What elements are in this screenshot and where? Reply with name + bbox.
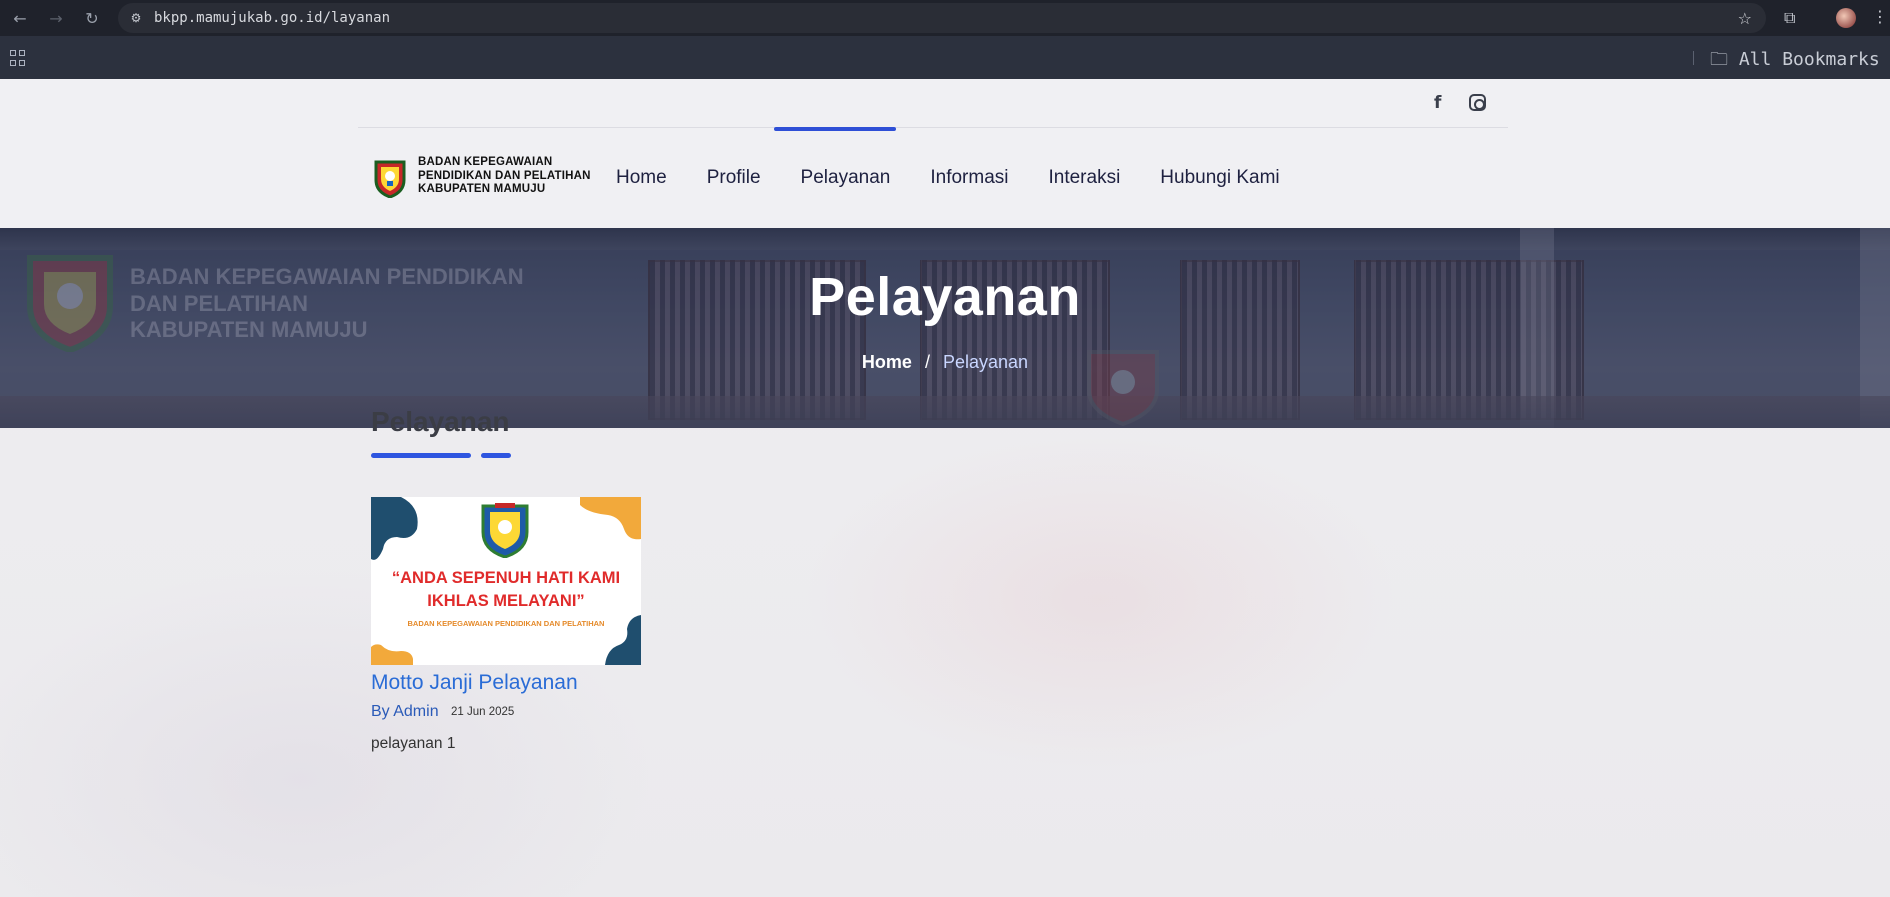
web-page: f BADAN KEPEGAWAIAN PENDIDIKAN DAN PELAT…	[0, 79, 1890, 897]
reload-icon[interactable]: ↻	[80, 6, 104, 30]
post-thumbnail[interactable]: “ANDA SEPENUH HATI KAMI IKHLAS MELAYANI”…	[371, 497, 641, 665]
logo-line-3: KABUPATEN MAMUJU	[418, 183, 546, 195]
url-text[interactable]: bkpp.mamujukab.go.id/layanan	[154, 10, 390, 26]
thumbnail-subtitle: BADAN KEPEGAWAIAN PENDIDIKAN DAN PELATIH…	[407, 619, 605, 628]
browser-toolbar: ← → ↻ ⚙ bkpp.mamujukab.go.id/layanan ☆ ⧉…	[0, 0, 1890, 36]
nav-pelayanan[interactable]: Pelayanan	[801, 167, 891, 197]
address-bar[interactable]: ⚙ bkpp.mamujukab.go.id/layanan ☆	[118, 3, 1766, 33]
back-arrow-icon[interactable]: ←	[8, 6, 32, 30]
site-logo-text[interactable]: BADAN KEPEGAWAIAN PENDIDIKAN DAN PELATIH…	[418, 156, 591, 197]
extensions-icon[interactable]: ⧉	[1784, 8, 1795, 28]
forward-arrow-icon[interactable]: →	[44, 6, 68, 30]
apps-grid-icon[interactable]	[10, 50, 26, 66]
decor-blob-dark-bottom-right	[605, 615, 641, 665]
nav-active-indicator	[774, 127, 896, 131]
breadcrumb: Home / Pelayanan	[0, 352, 1890, 373]
bookmarks-separator	[1693, 51, 1694, 65]
site-info-icon[interactable]: ⚙	[128, 10, 144, 26]
section-title-underline-short	[481, 453, 511, 458]
mamuju-emblem-icon	[481, 503, 529, 558]
breadcrumb-separator: /	[924, 352, 930, 372]
bookmark-star-icon[interactable]: ☆	[1738, 9, 1752, 28]
browser-menu-icon[interactable]: ⋮	[1872, 7, 1888, 26]
logo-line-1: BADAN KEPEGAWAIAN	[418, 156, 553, 168]
profile-avatar-icon[interactable]	[1836, 8, 1856, 28]
post-title-link[interactable]: Motto Janji Pelayanan	[371, 671, 578, 695]
nav-home[interactable]: Home	[616, 167, 667, 197]
header-divider	[358, 127, 1508, 128]
thumbnail-quote: “ANDA SEPENUH HATI KAMI IKHLAS MELAYANI”	[371, 567, 641, 613]
mamuju-emblem-icon[interactable]	[372, 158, 408, 198]
main-nav: Home Profile Pelayanan Informasi Interak…	[616, 167, 1320, 197]
thumbnail-quote-line-2: IKHLAS MELAYANI”	[427, 592, 585, 610]
post-date: 21 Jun 2025	[451, 706, 515, 718]
breadcrumb-home-link[interactable]: Home	[862, 352, 912, 372]
section-title-underline	[371, 453, 471, 458]
post-excerpt: pelayanan 1	[371, 735, 456, 752]
section-title: Pelayanan	[371, 406, 510, 437]
facebook-icon[interactable]: f	[1434, 93, 1441, 113]
nav-informasi[interactable]: Informasi	[930, 167, 1008, 197]
all-bookmarks-label: All Bookmarks	[1738, 49, 1880, 70]
nav-hubungi-kami[interactable]: Hubungi Kami	[1160, 167, 1279, 197]
site-header: f BADAN KEPEGAWAIAN PENDIDIKAN DAN PELAT…	[0, 79, 1890, 228]
bookmarks-bar: 🗀 All Bookmarks	[0, 36, 1890, 79]
nav-interaksi[interactable]: Interaksi	[1048, 167, 1120, 197]
decor-blob-orange-top-right	[580, 497, 641, 540]
decor-blob-orange-bottom-left	[371, 644, 413, 665]
all-bookmarks-button[interactable]: 🗀 All Bookmarks	[1710, 47, 1880, 77]
hero-overlay	[0, 228, 1890, 428]
instagram-icon[interactable]	[1469, 94, 1486, 111]
decor-blob-dark-top-left	[371, 497, 418, 560]
thumbnail-quote-line-1: “ANDA SEPENUH HATI KAMI	[391, 569, 621, 587]
post-author[interactable]: By Admin	[371, 703, 439, 721]
page-hero-banner: BADAN KEPEGAWAIAN PENDIDIKAN DAN PELATIH…	[0, 228, 1890, 428]
page-title: Pelayanan	[809, 267, 1081, 327]
nav-profile[interactable]: Profile	[707, 167, 761, 197]
logo-line-2: PENDIDIKAN DAN PELATIHAN	[418, 169, 591, 182]
breadcrumb-current: Pelayanan	[942, 352, 1029, 372]
